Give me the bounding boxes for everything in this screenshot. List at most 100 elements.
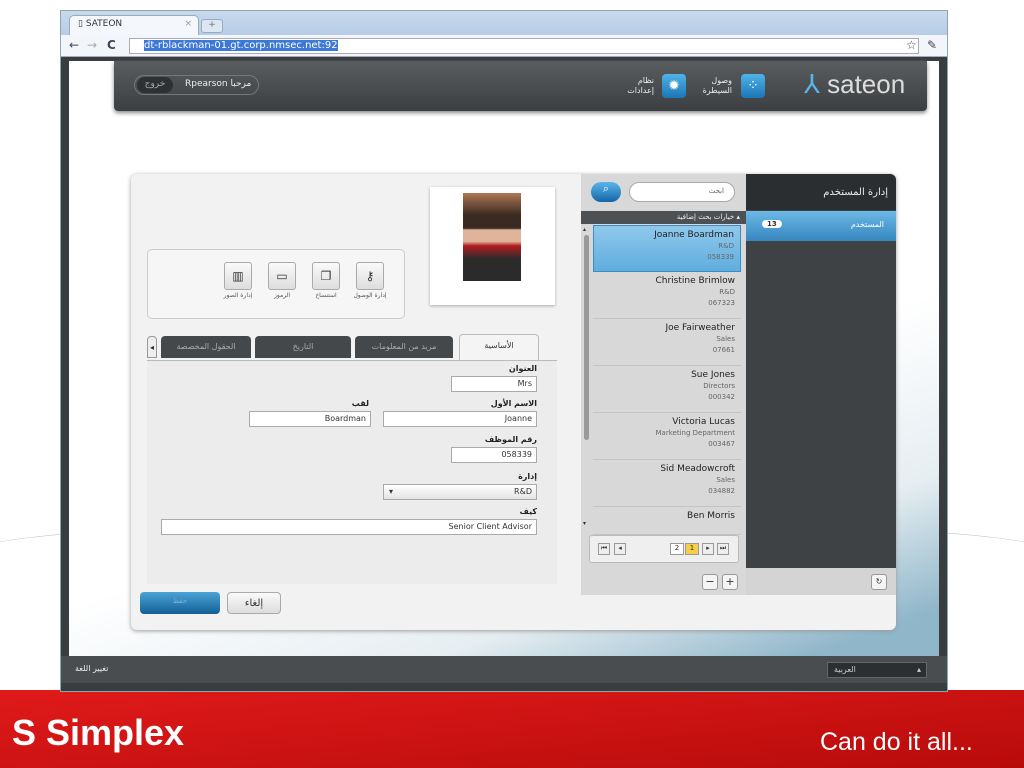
last-name-field[interactable]: Boardman bbox=[249, 411, 371, 427]
list-item[interactable]: Ben Morris bbox=[593, 507, 741, 535]
user-list-panel: ⌕ ابحث خيارات بحث إضافية ▴ ▴ ▾ Joanne Boa… bbox=[581, 174, 746, 595]
tab-basic[interactable]: الأساسية bbox=[459, 334, 539, 360]
user-id: 003467 bbox=[708, 440, 735, 448]
last-name-label: لقب bbox=[351, 399, 369, 408]
save-button[interactable]: حفظ bbox=[140, 592, 220, 614]
greeting: Rpearson مرحبا bbox=[185, 79, 252, 89]
sidebar-item-label: المستخدم bbox=[850, 220, 884, 229]
title-label: العنوان bbox=[508, 364, 537, 373]
first-page-button[interactable]: ⏮ bbox=[598, 543, 610, 555]
system-settings-label: نظام إعدادات bbox=[627, 76, 654, 95]
user-photo[interactable] bbox=[463, 193, 521, 281]
search-icon[interactable]: ⌕ bbox=[591, 182, 621, 202]
job-title-field[interactable]: Senior Client Advisor bbox=[161, 519, 537, 535]
first-name-field[interactable]: Joanne bbox=[383, 411, 537, 427]
pagination: ⏮ ◂ 2 1 ▸ ⏭ bbox=[589, 535, 739, 563]
browser-window: ▯ SATEON × + ← → C dt-rblackman-01.gt.cor… bbox=[60, 10, 948, 692]
list-item[interactable]: Christine Brimlow R&D 067323 bbox=[593, 272, 741, 319]
app-header: خروج Rpearson مرحبا نظام إعدادات ✹ وصول ال… bbox=[114, 61, 927, 111]
next-page-button[interactable]: ▸ bbox=[702, 543, 714, 555]
forward-icon[interactable]: → bbox=[87, 38, 97, 52]
back-icon[interactable]: ← bbox=[69, 38, 79, 52]
user-department: Directors bbox=[703, 382, 735, 390]
prev-page-button[interactable]: ◂ bbox=[614, 543, 626, 555]
star-icon[interactable]: ☆ bbox=[906, 38, 917, 52]
employee-number-label: رقم الموظف bbox=[484, 435, 537, 444]
page-1[interactable]: 1 bbox=[685, 543, 699, 555]
user-management-card: ⚷ إدارة الوصول ❐ استنساخ ▭ الرموز ▥ إدار… bbox=[131, 174, 896, 630]
user-name: Sue Jones bbox=[691, 370, 735, 380]
job-title-label: كيف bbox=[519, 507, 537, 516]
access-control-icon[interactable]: ⁘ bbox=[741, 74, 765, 98]
list-item[interactable]: Victoria Lucas Marketing Department 003467 bbox=[593, 413, 741, 460]
reload-icon[interactable]: C bbox=[107, 38, 116, 52]
form-tabs: ◂ الأساسية مزيد من المعلومات التاريخ الح… bbox=[147, 334, 539, 360]
tab-bar: ▯ SATEON × + bbox=[61, 11, 947, 35]
refresh-icon[interactable]: ↻ bbox=[871, 574, 887, 590]
employee-number-field[interactable]: 058339 bbox=[451, 447, 537, 463]
logout-button[interactable]: خروج bbox=[137, 77, 173, 93]
list-item[interactable]: Joanne Boardman R&D 058339 bbox=[593, 225, 741, 272]
simplex-logo: S Simplex bbox=[12, 712, 185, 753]
last-page-button[interactable]: ⏭ bbox=[717, 543, 729, 555]
panel-title: إدارة المستخدم bbox=[746, 174, 896, 210]
user-name: Ben Morris bbox=[687, 511, 735, 521]
user-department: Sales bbox=[716, 476, 735, 484]
chevron-down-icon: ▾ bbox=[389, 487, 394, 496]
user-department: Marketing Department bbox=[655, 429, 735, 437]
language-select[interactable]: العربية ▴ bbox=[827, 662, 927, 678]
app-footer: تغيير اللغة العربية ▴ bbox=[61, 656, 947, 683]
user-department: R&D bbox=[718, 242, 734, 250]
list-item[interactable]: Sid Meadowcroft Sales 034882 bbox=[593, 460, 741, 507]
user-count-badge: 13 bbox=[762, 220, 782, 228]
film-icon[interactable]: ▥ bbox=[224, 262, 252, 290]
tagline: Can do it all... bbox=[820, 728, 973, 756]
user-pill: خروج Rpearson مرحبا bbox=[134, 75, 259, 95]
advanced-search-toggle[interactable]: خيارات بحث إضافية ▴ bbox=[581, 211, 746, 224]
sateon-logo: ⅄ sateon bbox=[804, 69, 906, 99]
cancel-button[interactable]: إلغاء bbox=[227, 592, 281, 614]
user-name: Sid Meadowcroft bbox=[660, 464, 735, 474]
photo-tools: ⚷ إدارة الوصول ❐ استنساخ ▭ الرموز ▥ إدار… bbox=[147, 249, 405, 319]
page-2[interactable]: 2 bbox=[670, 543, 684, 555]
url-input[interactable]: dt-rblackman-01.gt.corp.nmsec.net:92 bbox=[129, 38, 919, 54]
page-icon: ▯ bbox=[78, 19, 86, 29]
tab-history[interactable]: التاريخ bbox=[255, 336, 351, 358]
user-management-panel: إدارة المستخدم 13 المستخدم ↻ bbox=[746, 174, 896, 595]
department-select[interactable]: ▾ R&D bbox=[383, 484, 537, 500]
tab-scroll-left[interactable]: ◂ bbox=[147, 336, 157, 358]
tab-more-info[interactable]: مزيد من المعلومات bbox=[355, 336, 453, 358]
list-item[interactable]: Sue Jones Directors 000342 bbox=[593, 366, 741, 413]
url-text: dt-rblackman-01.gt.corp.nmsec.net:92 bbox=[144, 40, 338, 51]
tool-label: استنساخ bbox=[315, 292, 337, 299]
user-name: Joanne Boardman bbox=[654, 230, 734, 240]
card-icon[interactable]: ▭ bbox=[268, 262, 296, 290]
list-scrollbar[interactable]: ▴ ▾ bbox=[583, 226, 591, 527]
close-tab-icon[interactable]: × bbox=[184, 19, 192, 29]
tab-custom-fields[interactable]: الحقول المخصصة bbox=[161, 336, 251, 358]
browser-tab[interactable]: ▯ SATEON × bbox=[69, 15, 199, 35]
remove-user-button[interactable]: − bbox=[702, 574, 718, 590]
key-icon[interactable]: ⚷ bbox=[356, 262, 384, 290]
address-bar-row: ← → C dt-rblackman-01.gt.corp.nmsec.net:… bbox=[61, 35, 947, 57]
department-label: إدارة bbox=[518, 472, 537, 481]
photo-frame bbox=[430, 187, 555, 305]
change-language-label: تغيير اللغة bbox=[75, 664, 109, 673]
user-name: Joe Fairweather bbox=[665, 323, 735, 333]
brand-text: Simplex bbox=[46, 712, 185, 753]
list-item[interactable]: Joe Fairweather Sales 07661 bbox=[593, 319, 741, 366]
tool-label: إدارة الوصول bbox=[353, 292, 387, 299]
new-tab-button[interactable]: + bbox=[201, 19, 223, 33]
user-id: 07661 bbox=[712, 346, 735, 354]
title-field[interactable]: Mrs bbox=[451, 376, 537, 392]
user-id: 067323 bbox=[708, 299, 735, 307]
add-user-button[interactable]: + bbox=[722, 574, 738, 590]
tool-label: إدارة الصور bbox=[223, 292, 253, 299]
search-input[interactable]: ابحث bbox=[629, 182, 735, 202]
copy-icon[interactable]: ❐ bbox=[312, 262, 340, 290]
user-id: 058339 bbox=[707, 253, 734, 261]
basic-form: العنوان Mrs الاسم الأول Joanne لقب Board… bbox=[147, 360, 557, 584]
wrench-icon[interactable]: ✎ bbox=[927, 38, 937, 52]
access-control-label: وصول السيطرة bbox=[702, 76, 732, 95]
sidebar-item-users[interactable]: 13 المستخدم bbox=[746, 211, 896, 241]
